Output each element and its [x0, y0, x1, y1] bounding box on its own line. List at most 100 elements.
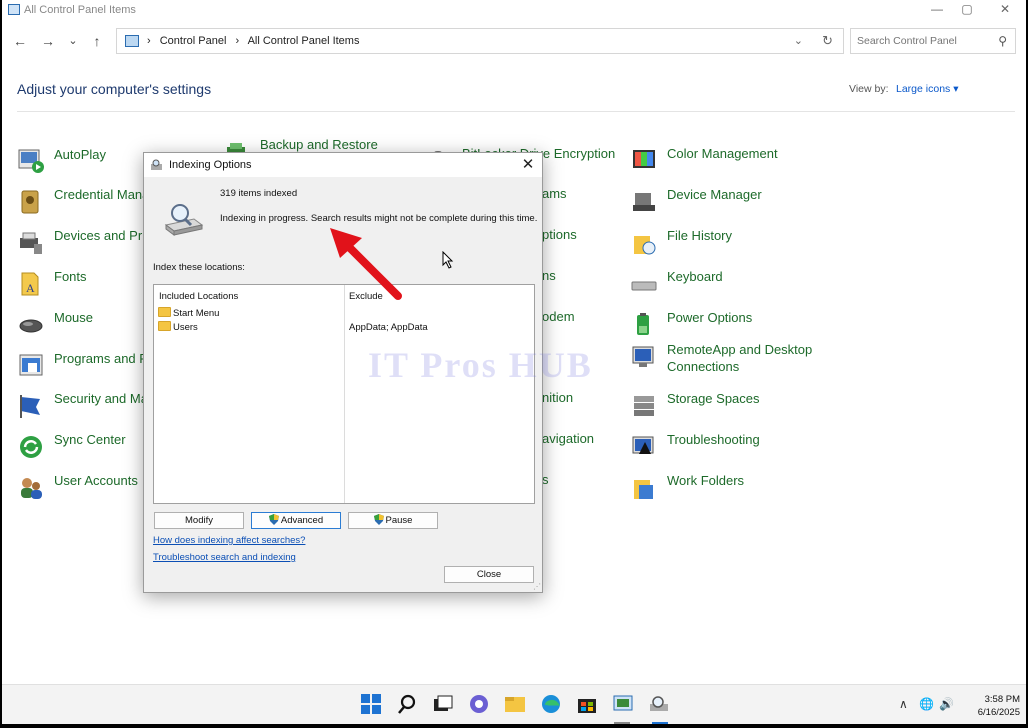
advanced-button[interactable]: Advanced — [251, 512, 341, 529]
chat-icon[interactable] — [468, 693, 490, 715]
cp-item-troubleshooting[interactable]: Troubleshooting — [631, 431, 831, 463]
cp-item-default-programs[interactable]: ams — [542, 186, 567, 201]
svg-text:A: A — [26, 281, 35, 295]
address-dropdown-icon[interactable]: ⌄ — [794, 34, 803, 47]
close-window-button[interactable]: ✕ — [990, 1, 1020, 17]
page-title: Adjust your computer's settings — [17, 81, 212, 97]
minimize-button[interactable]: — — [922, 1, 952, 17]
cp-item-options[interactable]: ptions — [542, 227, 577, 242]
up-button[interactable]: ↑ — [88, 32, 106, 50]
pause-button[interactable]: Pause — [348, 512, 438, 529]
clock-date: 6/16/2025 — [977, 707, 1020, 718]
user-accounts-icon — [21, 478, 42, 499]
cp-item-work-folders[interactable]: Work Folders — [631, 472, 831, 504]
table-row[interactable]: Users — [158, 321, 198, 333]
cp-item-devices-printers[interactable]: Devices and Prin — [18, 227, 152, 259]
cp-item-keyboard[interactable]: Keyboard — [631, 268, 831, 300]
keyboard-icon — [631, 281, 657, 291]
cp-item-color-management[interactable]: Color Management — [631, 145, 831, 177]
column-header-included[interactable]: Included Locations — [159, 291, 238, 302]
cp-item-storage-spaces[interactable]: Storage Spaces — [631, 390, 831, 422]
cp-item-security-maintenance[interactable]: Security and Ma — [18, 390, 148, 422]
desktop-screen: All Control Panel Items — ▢ ✕ ← → ⌄ ↑ › … — [2, 0, 1026, 724]
indexing-status: Indexing in progress. Search results mig… — [220, 213, 538, 224]
breadcrumb-control-panel[interactable]: Control Panel — [160, 35, 227, 47]
mouse-cursor-icon — [442, 251, 454, 269]
power-icon — [637, 313, 649, 335]
location-name: Start Menu — [173, 308, 220, 319]
maximize-button[interactable]: ▢ — [952, 1, 982, 17]
cp-item-credential-manager[interactable]: Credential Mana — [18, 186, 149, 218]
search-icon[interactable] — [396, 693, 418, 715]
volume-icon[interactable]: 🔊 — [939, 697, 954, 711]
indexing-options-icon[interactable] — [648, 693, 670, 715]
recent-locations-button[interactable]: ⌄ — [64, 32, 82, 50]
breadcrumb-all-items[interactable]: All Control Panel Items — [248, 35, 360, 47]
security-icon — [20, 395, 40, 418]
how-indexing-link[interactable]: How does indexing affect searches? — [153, 535, 305, 546]
divider — [17, 111, 1015, 112]
cp-item-label: Work Folders — [667, 473, 745, 488]
cp-item-device-manager[interactable]: Device Manager — [631, 186, 831, 218]
cp-item-label: Mouse — [54, 310, 94, 325]
cp-item-label: Sync Center — [54, 432, 126, 447]
search-icon[interactable]: ⚲ — [998, 34, 1007, 48]
cp-item-sync-center[interactable]: Sync Center — [18, 431, 148, 463]
cp-item-mouse[interactable]: Mouse — [18, 309, 148, 341]
modify-button[interactable]: Modify — [154, 512, 244, 529]
dialog-title: Indexing Options — [169, 159, 252, 171]
task-view-icon[interactable] — [432, 693, 454, 715]
edge-icon[interactable] — [540, 693, 562, 715]
locations-label: Index these locations: — [153, 262, 245, 273]
cp-item-fonts[interactable]: A Fonts — [18, 268, 148, 300]
cp-item-navigation[interactable]: avigation — [542, 431, 594, 446]
address-bar[interactable]: › Control Panel › All Control Panel Item… — [116, 28, 844, 54]
network-icon[interactable]: 🌐 — [919, 697, 934, 711]
file-history-icon — [634, 236, 656, 255]
running-indicator — [614, 722, 630, 724]
clock[interactable]: 3:58 PM 6/16/2025 — [964, 693, 1020, 719]
start-icon[interactable] — [360, 693, 382, 715]
cp-item-phone-modem[interactable]: odem — [542, 309, 575, 324]
table-row[interactable]: Start Menu — [158, 307, 219, 319]
back-button[interactable]: ← — [11, 32, 29, 50]
refresh-icon[interactable]: ↻ — [822, 33, 833, 49]
forward-button[interactable]: → — [39, 32, 57, 50]
cp-item-user-accounts[interactable]: User Accounts — [18, 472, 148, 504]
work-folders-icon — [634, 480, 653, 499]
cp-item-label: Power Options — [667, 310, 753, 325]
store-icon[interactable] — [576, 693, 598, 715]
cp-item-remoteapp[interactable]: RemoteApp and Desktop Connections — [631, 341, 831, 381]
red-arrow-annotation — [330, 228, 402, 300]
remoteapp-icon — [632, 346, 654, 367]
cp-item-label: Device Manager — [667, 187, 762, 202]
search-input[interactable] — [857, 33, 987, 49]
storage-icon — [634, 396, 654, 416]
show-hidden-icons-button[interactable]: ∧ — [899, 697, 908, 711]
credential-icon — [21, 190, 39, 214]
cp-item-label: Storage Spaces — [667, 391, 760, 406]
cp-item-programs-features[interactable]: Programs and F — [18, 350, 148, 382]
cp-item-speech-recognition[interactable]: nition — [542, 390, 573, 405]
fonts-icon: A — [21, 272, 39, 296]
file-explorer-icon[interactable] — [504, 693, 526, 715]
column-divider — [344, 285, 345, 503]
dialog-close-icon[interactable]: ✕ — [518, 155, 538, 175]
troubleshoot-link[interactable]: Troubleshoot search and indexing — [153, 552, 296, 563]
cp-item-label: Security and Ma — [54, 391, 148, 406]
view-by-dropdown[interactable]: Large icons ▾ — [896, 83, 958, 95]
cp-item-label: File History — [667, 228, 733, 243]
breadcrumb-separator: › — [147, 35, 151, 47]
sync-icon — [20, 436, 42, 458]
cp-item-label: Backup and Restore — [260, 137, 378, 152]
cp-item-ns[interactable]: ns — [542, 268, 556, 283]
cp-item-file-history[interactable]: File History — [631, 227, 831, 259]
locations-table[interactable]: Included Locations Exclude Start Menu Us… — [153, 284, 535, 504]
search-box[interactable]: ⚲ — [850, 28, 1016, 54]
close-button[interactable]: Close — [444, 566, 534, 583]
resize-grip[interactable]: ⋰ — [533, 582, 541, 591]
uac-shield-icon — [268, 514, 279, 525]
cp-item-power-options[interactable]: Power Options — [631, 309, 831, 341]
clock-time: 3:58 PM — [984, 694, 1020, 705]
control-panel-icon[interactable] — [612, 693, 634, 715]
